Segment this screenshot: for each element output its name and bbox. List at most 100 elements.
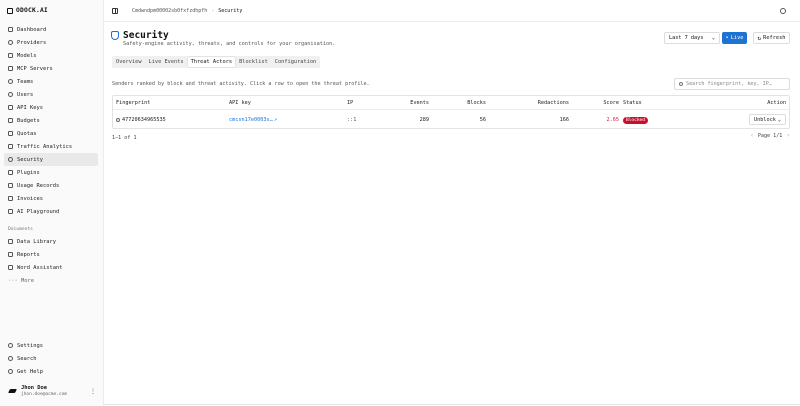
sidebar-item-reports[interactable]: Reports — [4, 248, 98, 261]
sidebar-item-ai-playground[interactable]: AI Playground — [4, 205, 98, 218]
sidebar-item-label: Users — [17, 91, 34, 98]
column-header-redactions[interactable]: Redactions — [538, 100, 569, 106]
app-logo[interactable]: ODOCK.AI — [7, 7, 48, 14]
sidebar-toggle-icon[interactable] — [112, 8, 118, 14]
previous-page-button[interactable]: ‹ — [750, 132, 754, 139]
sidebar-item-models[interactable]: Models — [4, 49, 98, 62]
sidebar-item-label: Security — [17, 156, 43, 163]
fingerprint-cell: 47720634965535 — [116, 117, 166, 123]
chevron-down-icon: ⌄ — [777, 116, 781, 123]
column-header-events[interactable]: Events — [410, 100, 429, 106]
sidebar-item-label: Quotas — [17, 130, 37, 137]
sidebar-item-label: AI Playground — [17, 208, 60, 215]
word-icon — [8, 265, 13, 270]
table-header: Fingerprint API key IP Events Blocks Red… — [113, 96, 789, 110]
tab-overview[interactable]: Overview — [113, 57, 145, 67]
sidebar-item-label: API Keys — [17, 104, 43, 111]
threat-actors-table: Fingerprint API key IP Events Blocks Red… — [112, 95, 790, 129]
sidebar-item-search[interactable]: Search — [4, 352, 98, 365]
breadcrumb: Cmdwndpm00002sb0fxfzdhpfh › Security — [132, 8, 242, 14]
api-key-link[interactable]: cmcsn17e0003s… ↗ — [229, 117, 277, 123]
sidebar-item-label: Budgets — [17, 117, 40, 124]
mcp-servers-icon — [8, 66, 13, 71]
column-header-fingerprint[interactable]: Fingerprint — [116, 100, 150, 106]
plugins-icon — [8, 170, 13, 175]
sidebar-item-more[interactable]: ··· More — [4, 274, 98, 287]
sidebar-item-dashboard[interactable]: Dashboard — [4, 23, 98, 36]
sidebar-item-budgets[interactable]: Budgets — [4, 114, 98, 127]
sidebar-item-users[interactable]: Users — [4, 88, 98, 101]
sidebar-item-label: Word Assistant — [17, 264, 63, 271]
sidebar-bottom-nav: Settings Search Get Help — [4, 339, 98, 378]
refresh-button[interactable]: ↻ Refresh — [753, 32, 790, 44]
sidebar-item-settings[interactable]: Settings — [4, 339, 98, 352]
breadcrumb-root[interactable]: Cmdwndpm00002sb0fxfzdhpfh — [132, 8, 207, 14]
column-header-blocks[interactable]: Blocks — [467, 100, 486, 106]
tab-configuration[interactable]: Configuration — [272, 57, 319, 67]
user-profile[interactable]: Jhon Doe jhon.doe@acme.com ⋮ — [8, 385, 98, 397]
sidebar-item-usage-records[interactable]: Usage Records — [4, 179, 98, 192]
tab-threat-actors[interactable]: Threat Actors — [187, 57, 236, 67]
models-icon — [8, 53, 13, 58]
avatar — [8, 387, 17, 396]
date-range-select[interactable]: Last 7 days ⌄ — [664, 32, 720, 44]
pagination: ‹ Page 1/1 › — [750, 132, 790, 139]
tab-live-events[interactable]: Live Events — [146, 57, 187, 67]
search-input[interactable]: Search fingerprint, key, IP… — [674, 78, 790, 90]
ip-cell: ::1 — [347, 116, 357, 123]
top-bar: Cmdwndpm00002sb0fxfzdhpfh › Security — [104, 0, 800, 22]
sidebar-item-label: Usage Records — [17, 182, 60, 189]
sidebar-item-quotas[interactable]: Quotas — [4, 127, 98, 140]
table-row[interactable]: 47720634965535 cmcsn17e0003s… ↗ ::1 289 … — [113, 110, 789, 129]
settings-icon — [8, 343, 13, 348]
sidebar-item-plugins[interactable]: Plugins — [4, 166, 98, 179]
search-icon — [8, 356, 13, 361]
sidebar-item-mcp-servers[interactable]: MCP Servers — [4, 62, 98, 75]
theme-toggle-icon[interactable] — [780, 8, 786, 14]
security-tabs: Overview Live Events Threat Actors Block… — [112, 56, 321, 68]
sidebar-item-label: Search — [17, 355, 37, 362]
documents-section-label: Documents — [8, 227, 33, 232]
sidebar-item-label: Plugins — [17, 169, 40, 176]
row-count: 1–1 of 1 — [112, 135, 137, 141]
invoices-icon — [8, 196, 13, 201]
sidebar-item-teams[interactable]: Teams — [4, 75, 98, 88]
breadcrumb-current: Security — [218, 8, 243, 14]
sidebar-item-label: Traffic Analytics — [17, 143, 73, 150]
shield-icon — [8, 157, 13, 162]
sidebar-item-traffic-analytics[interactable]: Traffic Analytics — [4, 140, 98, 153]
unblock-button[interactable]: Unblock ⌄ — [749, 114, 786, 125]
events-cell: 289 — [419, 116, 429, 123]
status-cell: Blocked — [623, 116, 648, 124]
sidebar-item-security[interactable]: Security — [4, 153, 98, 166]
sidebar-item-data-library[interactable]: Data Library — [4, 235, 98, 248]
blocks-cell: 56 — [479, 116, 486, 123]
live-button[interactable]: • Live — [722, 32, 747, 44]
more-vertical-icon[interactable]: ⋮ — [90, 388, 96, 395]
column-header-score[interactable]: Score — [603, 100, 619, 106]
next-page-button[interactable]: › — [786, 132, 790, 139]
column-header-api-key[interactable]: API key — [229, 100, 251, 106]
sidebar-item-invoices[interactable]: Invoices — [4, 192, 98, 205]
unblock-label: Unblock — [754, 116, 776, 123]
logo-icon — [7, 7, 13, 14]
sidebar-item-get-help[interactable]: Get Help — [4, 365, 98, 378]
sidebar-item-label: Providers — [17, 39, 47, 46]
sidebar-item-label: Reports — [17, 251, 40, 258]
refresh-label: Refresh — [763, 35, 786, 41]
users-icon — [8, 92, 13, 97]
page-title: Security — [123, 30, 169, 41]
sidebar-item-providers[interactable]: Providers — [4, 36, 98, 49]
column-header-status[interactable]: Status — [623, 100, 642, 106]
sidebar-item-label: Get Help — [17, 368, 43, 375]
help-icon — [8, 369, 13, 374]
documents-nav: Data Library Reports Word Assistant ··· … — [4, 235, 98, 287]
chevron-down-icon: ⌄ — [711, 35, 715, 41]
analytics-icon — [8, 144, 13, 149]
action-cell: Unblock ⌄ — [749, 114, 786, 125]
sidebar-item-word-assistant[interactable]: Word Assistant — [4, 261, 98, 274]
column-header-ip[interactable]: IP — [347, 100, 353, 106]
section-description: Senders ranked by block and threat activ… — [112, 81, 370, 87]
sidebar-item-api-keys[interactable]: API Keys — [4, 101, 98, 114]
tab-blocklist[interactable]: Blocklist — [236, 57, 271, 67]
